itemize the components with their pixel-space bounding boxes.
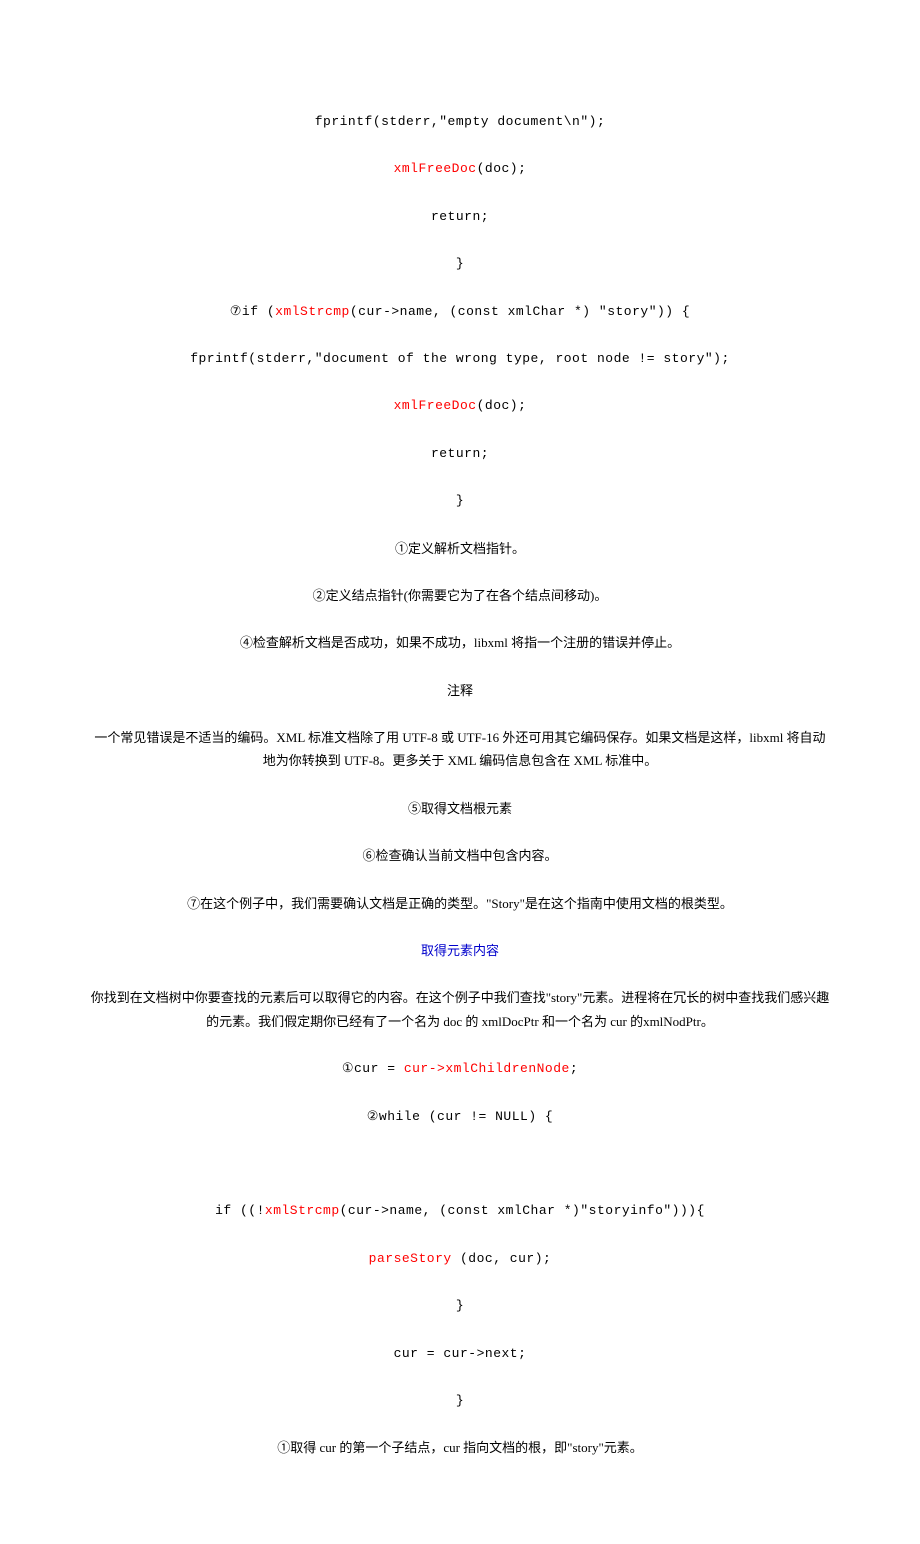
line-12: 注释 xyxy=(90,679,830,702)
text-content: ④检查解析文档是否成功，如果不成功，libxml 将指一个注册的错误并停止。 xyxy=(240,635,680,650)
code-text: } xyxy=(456,1298,464,1313)
text-content: 一个常见错误是不适当的编码。XML 标准文档除了用 UTF-8 或 UTF-16… xyxy=(94,730,825,768)
code-text: return; xyxy=(431,446,489,461)
line-15: ⑥检查确认当前文档中包含内容。 xyxy=(90,844,830,867)
code-text: } xyxy=(456,1393,464,1408)
line-11: ④检查解析文档是否成功，如果不成功，libxml 将指一个注册的错误并停止。 xyxy=(90,631,830,654)
text-content: ⑤取得文档根元素 xyxy=(408,801,512,816)
code-text: ②while (cur != NULL) { xyxy=(367,1109,553,1124)
line-21 xyxy=(90,1152,830,1175)
text-content: ⑦在这个例子中，我们需要确认文档是正确的类型。"Story"是在这个指南中使用文… xyxy=(187,896,733,911)
line-27: ①取得 cur 的第一个子结点，cur 指向文档的根，即"story"元素。 xyxy=(90,1436,830,1459)
text-content: 你找到在文档树中你要查找的元素后可以取得它的内容。在这个例子中我们查找"stor… xyxy=(91,990,830,1028)
line-20: ②while (cur != NULL) { xyxy=(90,1105,830,1128)
code-text: (cur->name, (const xmlChar *) "story")) … xyxy=(350,304,690,319)
line-1: xmlFreeDoc(doc); xyxy=(90,157,830,180)
line-6: xmlFreeDoc(doc); xyxy=(90,394,830,417)
line-22: if ((!xmlStrcmp(cur->name, (const xmlCha… xyxy=(90,1199,830,1222)
line-8: } xyxy=(90,489,830,512)
line-16: ⑦在这个例子中，我们需要确认文档是正确的类型。"Story"是在这个指南中使用文… xyxy=(90,892,830,915)
code-text: (doc); xyxy=(477,161,527,176)
line-17: 取得元素内容 xyxy=(90,939,830,962)
code-keyword: xmlFreeDoc xyxy=(394,398,477,413)
line-23: parseStory (doc, cur); xyxy=(90,1247,830,1270)
code-text: (cur->name, (const xmlChar *)"storyinfo"… xyxy=(340,1203,705,1218)
code-text: if ((! xyxy=(215,1203,265,1218)
line-26: } xyxy=(90,1389,830,1412)
line-13: 一个常见错误是不适当的编码。XML 标准文档除了用 UTF-8 或 UTF-16… xyxy=(90,726,830,773)
code-text: } xyxy=(456,256,464,271)
line-5: fprintf(stderr,"document of the wrong ty… xyxy=(90,347,830,370)
line-18: 你找到在文档树中你要查找的元素后可以取得它的内容。在这个例子中我们查找"stor… xyxy=(90,986,830,1033)
line-24: } xyxy=(90,1294,830,1317)
document-page: fprintf(stderr,"empty document\n"); xmlFr… xyxy=(0,0,920,1544)
code-keyword: xmlStrcmp xyxy=(265,1203,340,1218)
text-content: ①取得 cur 的第一个子结点，cur 指向文档的根，即"story"元素。 xyxy=(277,1440,643,1455)
code-keyword: cur->xmlChildrenNode xyxy=(404,1061,570,1076)
code-keyword: parseStory xyxy=(369,1251,452,1266)
line-7: return; xyxy=(90,442,830,465)
code-text: (doc); xyxy=(477,398,527,413)
line-2: return; xyxy=(90,205,830,228)
line-14: ⑤取得文档根元素 xyxy=(90,797,830,820)
code-keyword: xmlFreeDoc xyxy=(394,161,477,176)
code-keyword: xmlStrcmp xyxy=(275,304,350,319)
text-content: ⑥检查确认当前文档中包含内容。 xyxy=(362,848,557,863)
code-text: fprintf(stderr,"document of the wrong ty… xyxy=(190,351,730,366)
code-text: fprintf(stderr,"empty document\n"); xyxy=(315,114,606,129)
code-text: cur = cur->next; xyxy=(394,1346,527,1361)
section-heading: 取得元素内容 xyxy=(421,943,499,958)
code-text: ; xyxy=(570,1061,578,1076)
text-content: ①定义解析文档指针。 xyxy=(395,541,525,556)
code-text: return; xyxy=(431,209,489,224)
line-10: ②定义结点指针(你需要它为了在各个结点间移动)。 xyxy=(90,584,830,607)
code-text: (doc, cur); xyxy=(452,1251,552,1266)
line-19: ①cur = cur->xmlChildrenNode; xyxy=(90,1057,830,1080)
text-content: ②定义结点指针(你需要它为了在各个结点间移动)。 xyxy=(313,588,608,603)
line-25: cur = cur->next; xyxy=(90,1342,830,1365)
code-text: ①cur = xyxy=(342,1061,404,1076)
line-0: fprintf(stderr,"empty document\n"); xyxy=(90,110,830,133)
line-3: } xyxy=(90,252,830,275)
code-text: } xyxy=(456,493,464,508)
code-text: ⑦if ( xyxy=(230,304,275,319)
line-4: ⑦if (xmlStrcmp(cur->name, (const xmlChar… xyxy=(90,300,830,323)
line-9: ①定义解析文档指针。 xyxy=(90,537,830,560)
text-content: 注释 xyxy=(447,683,473,698)
